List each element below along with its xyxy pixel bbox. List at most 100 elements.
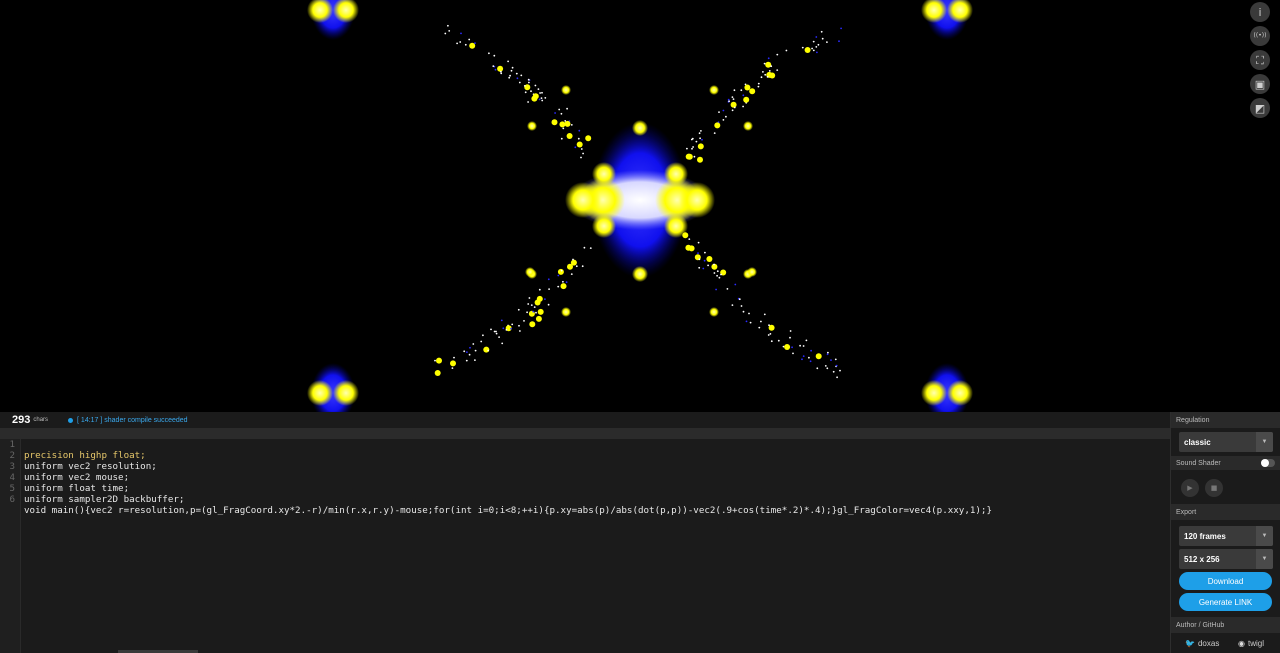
corner-yellow-lobe [921, 380, 947, 406]
filament-dot [574, 146, 577, 149]
filament-dot [815, 36, 818, 38]
filament-dot [690, 138, 693, 141]
filament-dot [791, 346, 793, 349]
filament-dot [576, 141, 583, 148]
filament-dot [740, 89, 743, 92]
filament-dot [562, 280, 564, 283]
code-line[interactable]: 2 uniform vec2 resolution; [0, 439, 1170, 472]
filament-dot [695, 140, 698, 143]
filament-dot [562, 127, 565, 130]
center-yellow-lobe [592, 214, 616, 238]
chevron-down-icon: ▼ [1256, 549, 1273, 569]
frames-select[interactable]: 120 frames ▼ [1179, 526, 1273, 546]
filament-dot [738, 298, 741, 301]
filament-dot [536, 295, 543, 302]
filament-dot [749, 88, 756, 95]
filament-dot [518, 81, 521, 84]
filament-dot [701, 138, 703, 141]
filament-dot [502, 327, 505, 330]
view-controls: i ((•)) ⛶ ▣ ◩ [1250, 2, 1270, 118]
filament-dot [494, 68, 497, 71]
filament-dot [731, 109, 734, 112]
size-select[interactable]: 512 x 256 ▼ [1179, 549, 1273, 569]
chevron-down-icon: ▼ [1256, 432, 1273, 452]
filament-dot [765, 61, 772, 68]
filament-dot [720, 273, 722, 276]
filament-dot [538, 288, 541, 291]
filament-dot [533, 306, 536, 308]
filament-dot [698, 266, 701, 269]
filament-dot [734, 283, 737, 286]
filament-dot [570, 273, 573, 275]
filament-dot [727, 98, 730, 101]
center-yellow-lobe [565, 182, 601, 218]
code-area[interactable]: 1 precision highp float; 2 uniform vec2 … [0, 428, 1170, 653]
code-editor[interactable]: 293 chars [ 14:17 ] shader compile succe… [0, 412, 1170, 653]
filament-dot [535, 315, 542, 322]
corner-yellow-lobe [333, 380, 359, 406]
filament-dot [507, 60, 509, 63]
filament-dot [758, 326, 761, 329]
regulation-select[interactable]: classic ▼ [1179, 432, 1273, 452]
filament-dot [799, 344, 801, 347]
filament-dot [749, 321, 752, 324]
filament-dot [767, 57, 770, 60]
layout-icon[interactable]: ◩ [1250, 98, 1270, 118]
filament-dot [532, 310, 535, 313]
filament-dot [581, 265, 584, 268]
sound-shader-toggle[interactable] [1261, 459, 1275, 467]
filament-dot [805, 339, 808, 342]
generate-link-button[interactable]: Generate LINK [1179, 593, 1272, 611]
chars-label: chars [33, 417, 49, 423]
filament-dot [826, 353, 829, 356]
filament-dot [583, 246, 586, 249]
filament-dot [557, 268, 564, 275]
hide-editor-icon[interactable]: ▣ [1250, 74, 1270, 94]
line-number: 6 [9, 494, 15, 505]
filament-dot [714, 122, 721, 129]
corner-yellow-lobe [307, 380, 333, 406]
code-line[interactable]: 5 uniform sampler2D backbuffer; [0, 472, 1170, 505]
sound-shader-row: Sound Shader [1171, 456, 1280, 470]
sound-playback-controls: ▶ ■ [1171, 479, 1280, 497]
play-button[interactable]: ▶ [1181, 479, 1199, 497]
filament-dot [539, 92, 541, 94]
filament-dot [548, 288, 550, 290]
filament-dot [487, 349, 490, 352]
fullscreen-icon[interactable]: ⛶ [1250, 50, 1270, 70]
code-line[interactable]: 6 void main(){vec2 r=resolution,p=(gl_Fr… [0, 483, 1170, 516]
filament-dot [560, 137, 563, 140]
code-line[interactable]: 3 uniform vec2 mouse; [0, 450, 1170, 483]
regulation-header: Regulation [1171, 412, 1280, 428]
download-button[interactable]: Download [1179, 572, 1272, 590]
broadcast-icon[interactable]: ((•)) [1250, 26, 1270, 46]
filament-dot [575, 265, 578, 268]
filament-dot [745, 320, 748, 323]
info-icon[interactable]: i [1250, 2, 1270, 22]
filament-dot [466, 351, 468, 353]
filament-dot [511, 66, 514, 69]
filament-dot [500, 319, 503, 322]
filament-dot [566, 133, 573, 139]
code-line[interactable]: 4 uniform float time; [0, 461, 1170, 494]
chevron-down-icon: ▼ [1256, 526, 1273, 546]
filament-dot [450, 360, 456, 367]
filament-dot [816, 51, 818, 54]
filament-dot [808, 356, 810, 359]
filament-dot [436, 357, 442, 364]
filament-dot [792, 352, 794, 355]
github-icon: ◉ [1238, 639, 1245, 648]
filament-dot [516, 77, 519, 80]
filament-dot [691, 147, 693, 150]
repo-link[interactable]: ◉ twigl [1238, 639, 1264, 648]
shader-canvas[interactable]: i ((•)) ⛶ ▣ ◩ [0, 0, 1280, 412]
filament-dot [785, 49, 788, 52]
filament-dot [731, 304, 734, 306]
filament-dot [713, 132, 716, 135]
stop-button[interactable]: ■ [1205, 479, 1223, 497]
code-line[interactable]: 1 precision highp float; [0, 428, 1170, 461]
filament-dot [495, 332, 498, 335]
filament-dot [508, 76, 511, 79]
author-link[interactable]: 🐦 doxas [1185, 639, 1219, 648]
filament-dot [517, 308, 520, 311]
